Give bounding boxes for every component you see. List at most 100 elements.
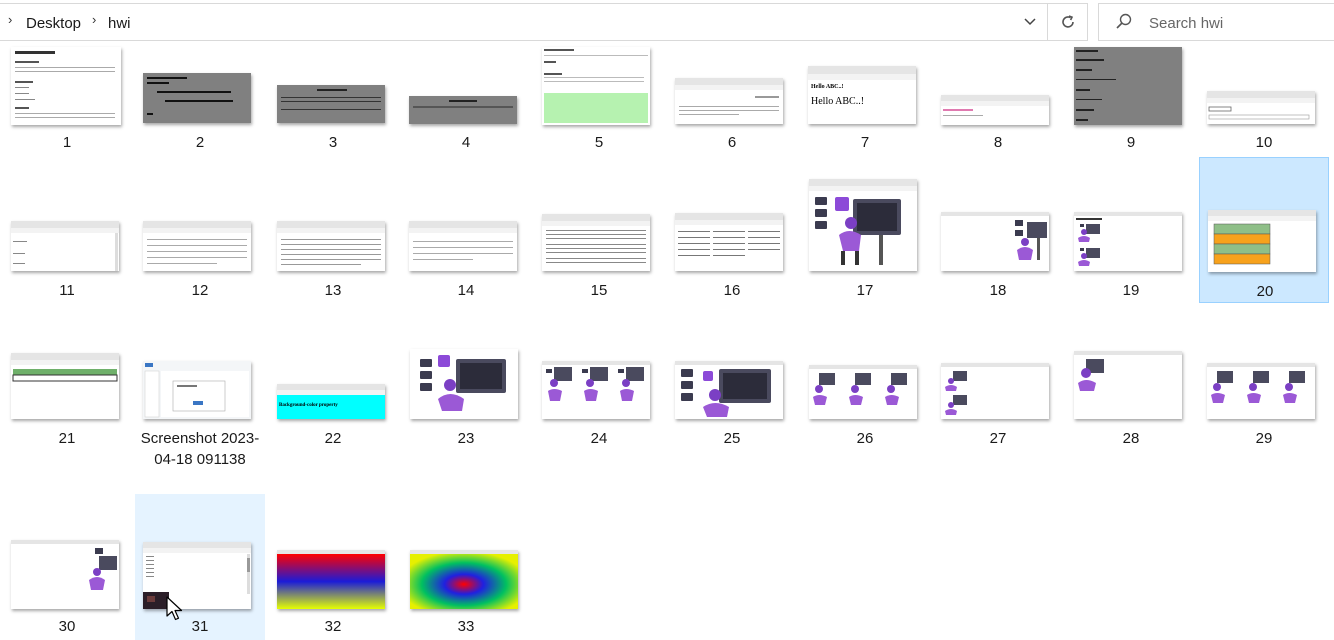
browser-toolbar [808, 74, 916, 80]
document-preview [15, 51, 115, 118]
file-name: 15 [590, 282, 608, 299]
file-item[interactable]: Screenshot 2023-04-18 091138 [135, 305, 265, 468]
file-item[interactable]: 16 [667, 157, 797, 303]
file-thumbnail [675, 213, 783, 271]
file-item[interactable]: 27 [933, 305, 1063, 451]
file-item[interactable]: 17 [800, 157, 930, 303]
browser-preview [675, 78, 783, 115]
screenshot-preview [143, 361, 251, 419]
file-item[interactable]: 26 [800, 305, 930, 451]
browser-preview [11, 221, 119, 271]
file-item[interactable]: 15 [534, 157, 664, 303]
file-name: 33 [457, 618, 475, 635]
file-thumbnail [410, 349, 518, 419]
file-thumbnail [143, 221, 251, 271]
file-name: 25 [723, 430, 741, 447]
file-name: 1 [62, 134, 72, 151]
file-item[interactable]: 29 [1199, 305, 1329, 451]
file-item-selected[interactable]: 20 [1199, 157, 1329, 303]
file-item-hovered[interactable]: 31 [135, 494, 265, 640]
file-name: 26 [856, 430, 874, 447]
file-thumbnail [542, 361, 650, 419]
file-thumbnail [11, 540, 119, 609]
browser-preview [941, 95, 1049, 116]
file-item[interactable]: 18 [933, 157, 1063, 303]
file-item[interactable]: 12 [135, 157, 265, 303]
file-item[interactable]: 30 [2, 494, 132, 640]
search-box[interactable]: Search hwi [1098, 3, 1334, 41]
text-preview [413, 100, 513, 108]
gradient-preview [410, 550, 518, 609]
file-item[interactable]: 25 [667, 305, 797, 451]
browser-preview [409, 221, 517, 260]
file-name: 14 [457, 282, 475, 299]
file-item[interactable]: 11 [2, 157, 132, 303]
file-name: 13 [324, 282, 342, 299]
file-item[interactable]: 13 [268, 157, 398, 303]
browser-preview [542, 214, 650, 263]
file-name: 31 [191, 618, 209, 635]
file-thumbnail [1074, 212, 1182, 271]
code-preview [147, 77, 233, 115]
document-preview [544, 49, 648, 123]
file-thumbnail [143, 73, 251, 123]
illustration-preview [420, 355, 506, 411]
file-name: 4 [461, 134, 471, 151]
file-item[interactable]: 33 [401, 494, 531, 640]
illustration-preview [542, 361, 650, 401]
file-name: 23 [457, 430, 475, 447]
file-item[interactable]: Background-color property 22 [268, 305, 398, 451]
illustration-preview [809, 365, 917, 405]
file-name: 5 [594, 134, 604, 151]
gradient-preview [277, 550, 385, 609]
file-name: 32 [324, 618, 342, 635]
file-item[interactable]: 32 [268, 494, 398, 640]
file-name: 30 [58, 618, 76, 635]
file-thumbnail [1207, 91, 1315, 124]
browser-preview [11, 353, 119, 382]
chevron-right-icon[interactable]: › [8, 12, 12, 27]
file-thumbnail [941, 95, 1049, 125]
file-thumbnail [277, 85, 385, 123]
file-name: Screenshot 2023-04-18 091138 [140, 430, 260, 468]
file-item[interactable]: 14 [401, 157, 531, 303]
file-name: 18 [989, 282, 1007, 299]
refresh-button[interactable] [1050, 4, 1086, 40]
browser-tabbar [808, 66, 916, 74]
file-thumbnail [542, 214, 650, 271]
file-thumbnail [1074, 47, 1182, 125]
file-name: 19 [1122, 282, 1140, 299]
address-bar[interactable]: › Desktop › hwi [0, 3, 1088, 41]
browser-preview [143, 221, 251, 264]
file-item[interactable]: 21 [2, 305, 132, 451]
illustration-preview [941, 212, 1049, 260]
illustration-preview [1074, 351, 1182, 391]
file-thumbnail: Background-color property [277, 384, 385, 419]
illustration-preview [1207, 363, 1315, 403]
file-item[interactable]: 24 [534, 305, 664, 451]
breadcrumb-desktop[interactable]: Desktop [26, 15, 81, 32]
background-demo-text: Background-color property [277, 395, 385, 419]
file-name: 2 [195, 134, 205, 151]
file-thumbnail [675, 361, 783, 419]
chevron-right-icon[interactable]: › [92, 12, 96, 27]
file-name: 29 [1255, 430, 1273, 447]
illustration-preview [1074, 212, 1182, 266]
search-input[interactable]: Search hwi [1149, 15, 1223, 32]
browser-preview [277, 221, 385, 265]
file-item[interactable]: 28 [1066, 305, 1196, 451]
file-name: 21 [58, 430, 76, 447]
search-icon [1116, 13, 1132, 29]
file-item[interactable]: 19 [1066, 157, 1196, 303]
file-thumbnail [410, 550, 518, 609]
chevron-down-icon [1024, 18, 1036, 26]
table-preview [1208, 210, 1316, 265]
address-history-dropdown[interactable] [1014, 4, 1046, 40]
file-thumbnail [409, 96, 517, 124]
file-item[interactable]: 23 [401, 305, 531, 451]
file-name: 9 [1126, 134, 1136, 151]
file-name: 28 [1122, 430, 1140, 447]
file-name: 12 [191, 282, 209, 299]
breadcrumb-hwi[interactable]: hwi [108, 15, 131, 32]
file-thumbnail [941, 212, 1049, 271]
